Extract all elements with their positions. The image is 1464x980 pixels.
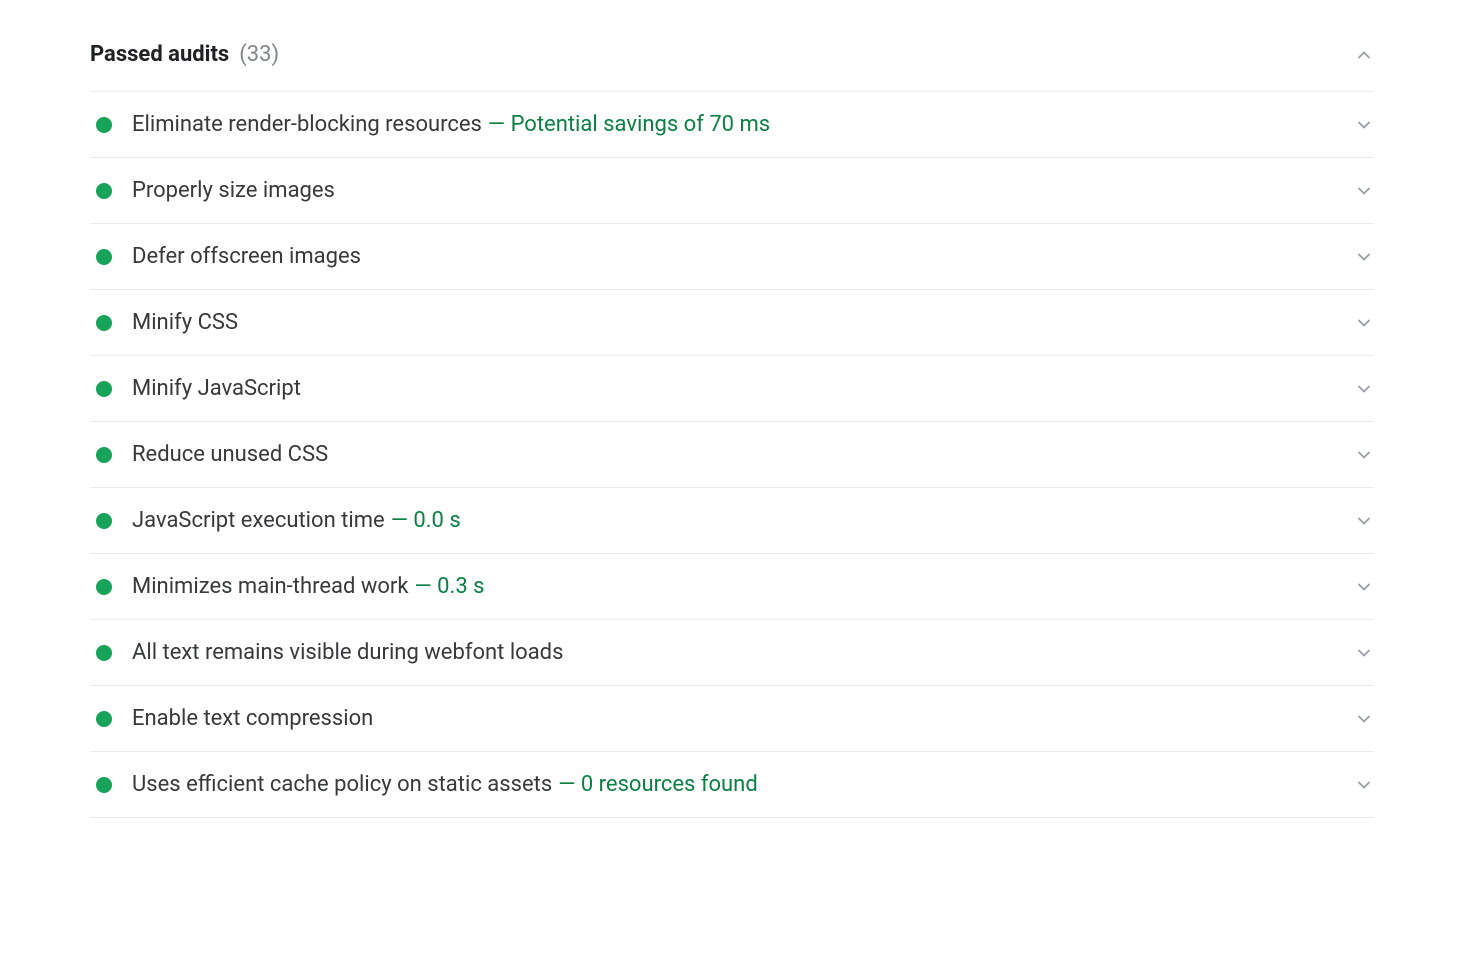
status-pass-icon bbox=[96, 183, 112, 199]
audit-row[interactable]: Enable text compression bbox=[90, 686, 1374, 752]
chevron-down-icon bbox=[1354, 511, 1374, 531]
audit-row[interactable]: All text remains visible during webfont … bbox=[90, 620, 1374, 686]
chevron-down-icon bbox=[1354, 709, 1374, 729]
audit-detail: 0.0 s bbox=[391, 508, 461, 533]
audit-title: Minimizes main-thread work bbox=[132, 574, 409, 599]
audit-detail: Potential savings of 70 ms bbox=[488, 112, 770, 137]
audit-title: Minify CSS bbox=[132, 310, 238, 335]
chevron-down-icon bbox=[1354, 115, 1374, 135]
chevron-down-icon bbox=[1354, 181, 1374, 201]
audit-row[interactable]: JavaScript execution time0.0 s bbox=[90, 488, 1374, 554]
audit-title: Uses efficient cache policy on static as… bbox=[132, 772, 552, 797]
audit-row[interactable]: Eliminate render-blocking resourcesPoten… bbox=[90, 92, 1374, 158]
chevron-down-icon bbox=[1354, 379, 1374, 399]
status-pass-icon bbox=[96, 447, 112, 463]
audit-row[interactable]: Properly size images bbox=[90, 158, 1374, 224]
audit-title: Minify JavaScript bbox=[132, 376, 301, 401]
status-pass-icon bbox=[96, 249, 112, 265]
audit-row[interactable]: Uses efficient cache policy on static as… bbox=[90, 752, 1374, 818]
status-pass-icon bbox=[96, 711, 112, 727]
audit-row[interactable]: Minify JavaScript bbox=[90, 356, 1374, 422]
status-pass-icon bbox=[96, 645, 112, 661]
audit-title: All text remains visible during webfont … bbox=[132, 640, 563, 665]
status-pass-icon bbox=[96, 315, 112, 331]
status-pass-icon bbox=[96, 777, 112, 793]
chevron-down-icon bbox=[1354, 577, 1374, 597]
chevron-down-icon bbox=[1354, 643, 1374, 663]
audit-detail: 0 resources found bbox=[558, 772, 758, 797]
audit-row[interactable]: Minimizes main-thread work0.3 s bbox=[90, 554, 1374, 620]
audit-title: Defer offscreen images bbox=[132, 244, 361, 269]
audit-title: Enable text compression bbox=[132, 706, 373, 731]
status-pass-icon bbox=[96, 117, 112, 133]
chevron-down-icon bbox=[1354, 775, 1374, 795]
audit-title: JavaScript execution time bbox=[132, 508, 385, 533]
chevron-down-icon bbox=[1354, 445, 1374, 465]
chevron-up-icon bbox=[1354, 45, 1374, 65]
status-pass-icon bbox=[96, 513, 112, 529]
audit-row[interactable]: Defer offscreen images bbox=[90, 224, 1374, 290]
passed-audits-header[interactable]: Passed audits (33) bbox=[90, 30, 1374, 92]
audit-title: Eliminate render-blocking resources bbox=[132, 112, 482, 137]
section-count: (33) bbox=[239, 42, 279, 67]
chevron-down-icon bbox=[1354, 247, 1374, 267]
status-pass-icon bbox=[96, 579, 112, 595]
audit-row[interactable]: Reduce unused CSS bbox=[90, 422, 1374, 488]
audit-title: Properly size images bbox=[132, 178, 335, 203]
status-pass-icon bbox=[96, 381, 112, 397]
section-title: Passed audits bbox=[90, 42, 229, 67]
audit-row[interactable]: Minify CSS bbox=[90, 290, 1374, 356]
audit-title: Reduce unused CSS bbox=[132, 442, 328, 467]
audit-detail: 0.3 s bbox=[415, 574, 485, 599]
chevron-down-icon bbox=[1354, 313, 1374, 333]
